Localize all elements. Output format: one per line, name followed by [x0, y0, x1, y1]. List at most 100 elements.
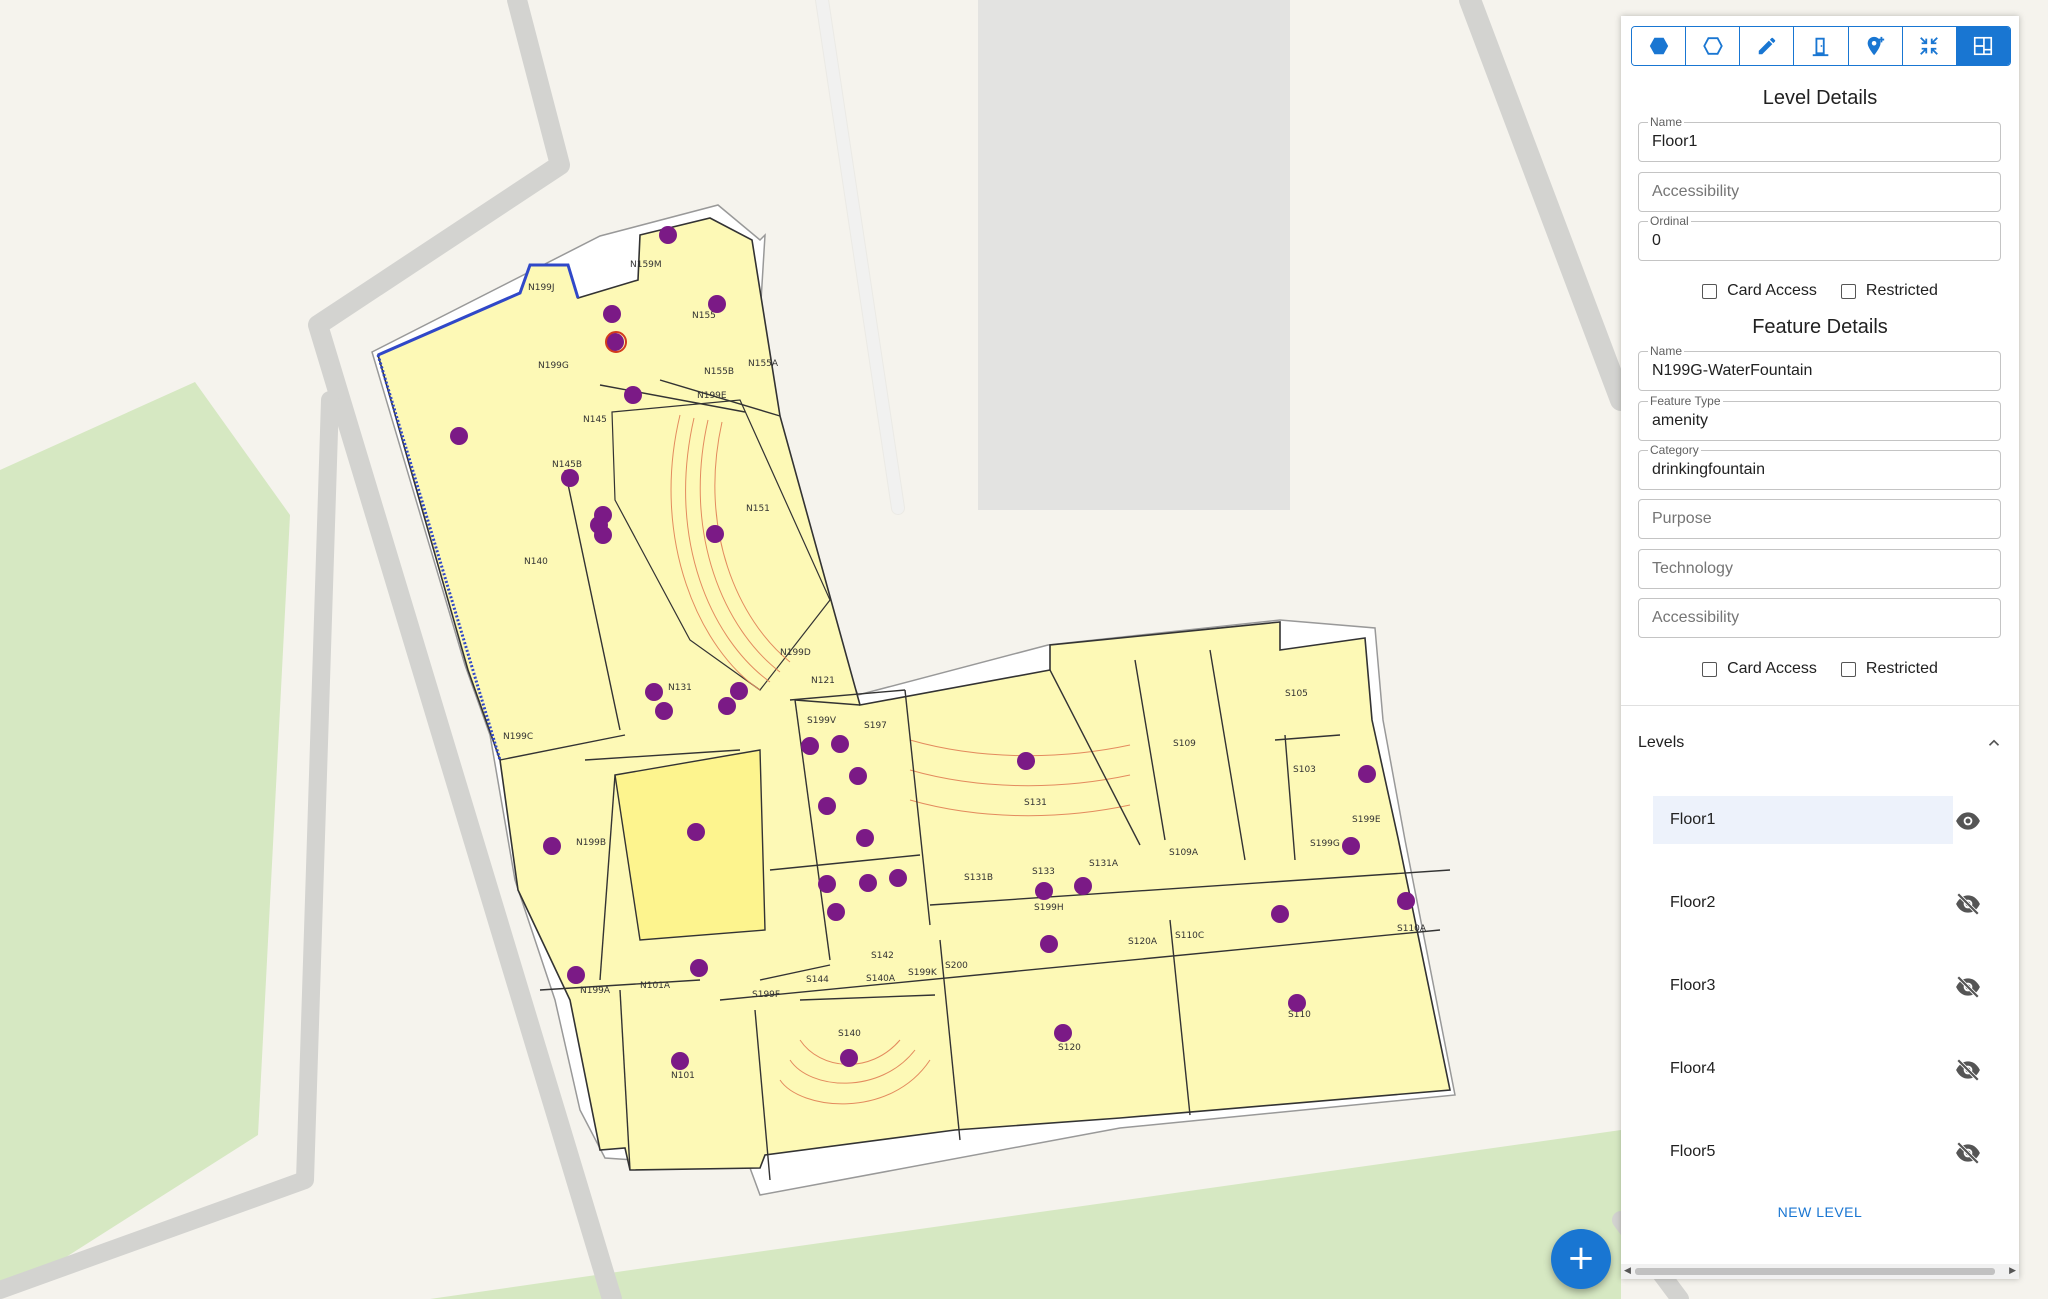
feature-marker[interactable] — [859, 874, 877, 892]
feature-marker[interactable] — [856, 829, 874, 847]
feature-marker[interactable] — [1358, 765, 1376, 783]
feature-restricted-checkbox[interactable]: Restricted — [1840, 660, 1938, 678]
feature-marker[interactable] — [889, 869, 907, 887]
feature-marker[interactable] — [831, 735, 849, 753]
level-ordinal-input[interactable] — [1639, 222, 2000, 260]
eye-off-icon[interactable] — [1955, 891, 1981, 917]
feature-type-field[interactable]: Feature Type — [1638, 394, 2001, 441]
feature-marker[interactable] — [818, 875, 836, 893]
feature-marker[interactable] — [671, 1052, 689, 1070]
feature-name-field[interactable]: Name — [1638, 344, 2001, 391]
new-level-button[interactable]: NEW LEVEL — [1621, 1204, 2019, 1220]
level-accessibility-input[interactable] — [1639, 173, 2000, 211]
feature-marker[interactable] — [1397, 892, 1415, 910]
level-name-input[interactable] — [1639, 123, 2000, 161]
checkbox-icon[interactable] — [1840, 661, 1856, 677]
feature-marker[interactable] — [594, 526, 612, 544]
feature-marker[interactable] — [1054, 1024, 1072, 1042]
room-label: N101 — [671, 1071, 695, 1081]
feature-marker[interactable] — [543, 837, 561, 855]
horizontal-scrollbar[interactable]: ◀ ▶ — [1621, 1264, 2019, 1279]
level-accessibility-field[interactable] — [1638, 172, 2001, 212]
feature-marker[interactable] — [1035, 882, 1053, 900]
checkbox-icon[interactable] — [1840, 283, 1856, 299]
feature-technology-input[interactable] — [1639, 550, 2000, 588]
feature-purpose-field[interactable] — [1638, 499, 2001, 539]
feature-marker[interactable] — [818, 797, 836, 815]
feature-technology-field[interactable] — [1638, 549, 2001, 589]
feature-marker[interactable] — [645, 683, 663, 701]
feature-marker[interactable] — [603, 305, 621, 323]
feature-accessibility-field[interactable] — [1638, 598, 2001, 638]
card-access-label: Card Access — [1727, 282, 1817, 299]
feature-marker[interactable] — [708, 295, 726, 313]
feature-marker[interactable] — [730, 682, 748, 700]
room-label: N121 — [811, 676, 835, 686]
feature-marker[interactable] — [659, 226, 677, 244]
feature-name-input[interactable] — [1639, 352, 2000, 390]
feature-marker[interactable] — [1040, 935, 1058, 953]
level-name-field[interactable]: Name — [1638, 115, 2001, 162]
feature-marker[interactable] — [827, 903, 845, 921]
feature-marker[interactable] — [1342, 837, 1360, 855]
feature-category-input[interactable] — [1639, 451, 2000, 489]
room-label: S131B — [964, 873, 993, 883]
feature-marker[interactable] — [624, 386, 642, 404]
level-item-floor1[interactable]: Floor1 — [1653, 796, 1953, 844]
collapse-arrows-icon[interactable] — [1902, 27, 1957, 65]
level-restricted-checkbox[interactable]: Restricted — [1840, 282, 1938, 300]
level-card-access-checkbox[interactable]: Card Access — [1702, 282, 1817, 300]
hexagon-outline-icon[interactable] — [1686, 27, 1741, 65]
feature-marker[interactable] — [840, 1049, 858, 1067]
room-label: N199G — [538, 361, 569, 371]
add-feature-button[interactable]: + — [1551, 1229, 1611, 1289]
level-item-floor2[interactable]: Floor2 — [1653, 879, 1953, 927]
scroll-left-icon[interactable]: ◀ — [1624, 1266, 1631, 1276]
scroll-right-icon[interactable]: ▶ — [2009, 1266, 2016, 1276]
level-item-floor5[interactable]: Floor5 — [1653, 1128, 1953, 1176]
level-details-title: Level Details — [1762, 87, 1878, 109]
room-label: S120A — [1128, 937, 1158, 947]
feature-accessibility-input[interactable] — [1639, 599, 2000, 637]
feature-purpose-input[interactable] — [1639, 500, 2000, 538]
room-label: S110A — [1397, 924, 1427, 934]
feature-marker[interactable] — [1288, 994, 1306, 1012]
door-icon[interactable] — [1794, 27, 1849, 65]
feature-category-field[interactable]: Category — [1638, 443, 2001, 490]
eye-off-icon[interactable] — [1955, 1140, 1981, 1166]
eye-icon[interactable] — [1955, 808, 1981, 834]
feature-marker[interactable] — [450, 427, 468, 445]
room-label: N199C — [503, 732, 533, 742]
checkbox-icon[interactable] — [1702, 661, 1718, 677]
eye-off-icon[interactable] — [1955, 1057, 1981, 1083]
checkbox-icon[interactable] — [1702, 283, 1718, 299]
feature-marker[interactable] — [690, 959, 708, 977]
hexagon-filled-icon[interactable] — [1632, 27, 1687, 65]
level-ordinal-field[interactable]: Ordinal — [1638, 214, 2001, 261]
eye-off-icon[interactable] — [1955, 974, 1981, 1000]
feature-marker[interactable] — [849, 767, 867, 785]
feature-card-access-checkbox[interactable]: Card Access — [1702, 660, 1817, 678]
feature-marker[interactable] — [706, 525, 724, 543]
feature-marker[interactable] — [567, 966, 585, 984]
feature-marker[interactable] — [718, 697, 736, 715]
room-label: S199E — [1352, 815, 1381, 825]
pencil-icon[interactable] — [1740, 27, 1795, 65]
feature-marker[interactable] — [801, 737, 819, 755]
chevron-up-icon[interactable] — [1985, 734, 2003, 752]
levels-accordion-header[interactable]: Levels — [1638, 728, 2003, 758]
feature-marker[interactable] — [1017, 752, 1035, 770]
room-label: N151 — [746, 504, 770, 514]
feature-marker[interactable] — [655, 702, 673, 720]
feature-marker[interactable] — [1271, 905, 1289, 923]
floorplan-grid-icon[interactable] — [1956, 27, 2010, 65]
add-location-icon[interactable] — [1848, 27, 1903, 65]
scrollbar-thumb[interactable] — [1635, 1268, 1995, 1275]
feature-marker[interactable] — [687, 823, 705, 841]
level-item-floor4[interactable]: Floor4 — [1653, 1045, 1953, 1093]
hexagon-filled-icon-glyph — [1649, 37, 1668, 55]
feature-type-input[interactable] — [1639, 402, 2000, 440]
feature-marker[interactable] — [561, 469, 579, 487]
feature-marker[interactable] — [1074, 877, 1092, 895]
level-item-floor3[interactable]: Floor3 — [1653, 962, 1953, 1010]
